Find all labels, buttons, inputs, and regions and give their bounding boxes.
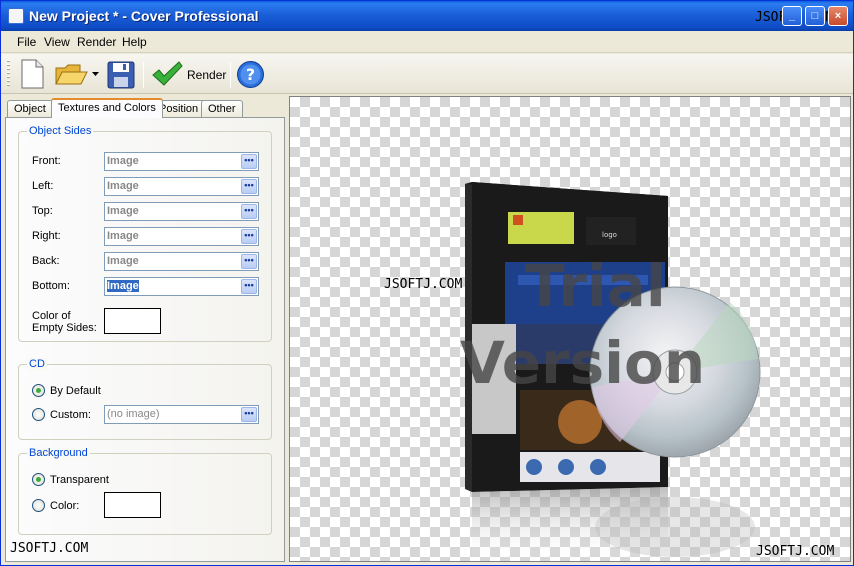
trial-watermark-line2: Version [460, 329, 706, 397]
browse-button[interactable]: ••• [241, 407, 257, 422]
cd-custom-label[interactable]: Custom: [50, 409, 91, 421]
top-label: Top: [32, 205, 53, 217]
tab-textures-and-colors[interactable]: Textures and Colors [51, 98, 163, 118]
empty-sides-label-line2: Empty Sides: [32, 322, 97, 334]
menu-view[interactable]: View [44, 35, 70, 49]
menu-render[interactable]: Render [77, 35, 116, 49]
background-color-swatch[interactable] [104, 492, 161, 518]
textures-tab-page: Object Sides Front: Image ••• Left: Imag… [5, 117, 285, 562]
browse-button[interactable]: ••• [241, 229, 257, 244]
cd-title: CD [27, 358, 47, 370]
browse-button[interactable]: ••• [241, 204, 257, 219]
top-texture-field[interactable]: Image ••• [104, 202, 259, 221]
cd-by-default-label[interactable]: By Default [50, 385, 101, 397]
background-title: Background [27, 447, 90, 459]
back-texture-field[interactable]: Image ••• [104, 252, 259, 271]
menu-help[interactable]: Help [122, 35, 147, 49]
left-texture-field[interactable]: Image ••• [104, 177, 259, 196]
menu-bar: File View Render Help [1, 31, 853, 53]
help-icon[interactable]: ? [236, 60, 265, 89]
watermark-bottom-right: JSOFTJ.COM [756, 544, 835, 559]
front-texture-field[interactable]: Image ••• [104, 152, 259, 171]
properties-panel: Object Textures and Colors Position Othe… [5, 96, 285, 562]
dropdown-arrow-icon[interactable] [92, 72, 100, 78]
cd-custom-radio[interactable] [32, 408, 45, 421]
open-folder-icon[interactable] [54, 62, 88, 88]
tab-object[interactable]: Object [7, 100, 53, 118]
background-transparent-label[interactable]: Transparent [50, 474, 109, 486]
object-sides-title: Object Sides [27, 125, 94, 137]
app-window: New Project * - Cover Professional JSOFT… [0, 0, 854, 566]
toolbar-separator [143, 62, 144, 88]
bottom-label: Bottom: [32, 280, 70, 292]
render-check-icon[interactable] [151, 60, 183, 88]
app-icon [8, 8, 24, 24]
back-label: Back: [32, 255, 60, 267]
browse-button[interactable]: ••• [241, 279, 257, 294]
bottom-texture-field[interactable]: Image ••• [104, 277, 259, 296]
trial-watermark-line1: Trial [525, 252, 666, 320]
minimize-button[interactable]: _ [782, 6, 802, 26]
left-label: Left: [32, 180, 54, 192]
background-color-label[interactable]: Color: [50, 500, 79, 512]
window-title: New Project * - Cover Professional [29, 8, 259, 24]
cd-custom-image-field[interactable]: (no image) ••• [104, 405, 259, 424]
cd-group: CD By Default Custom: (no image) ••• [18, 358, 272, 440]
new-file-icon[interactable] [19, 58, 45, 90]
browse-button[interactable]: ••• [241, 154, 257, 169]
background-transparent-radio[interactable] [32, 473, 45, 486]
tab-other[interactable]: Other [201, 100, 243, 118]
watermark-bottom-left: JSOFTJ.COM [10, 541, 89, 556]
front-label: Front: [32, 155, 61, 167]
menu-file[interactable]: File [17, 35, 36, 49]
render-button-label[interactable]: Render [187, 68, 226, 82]
toolbar-grip[interactable] [7, 60, 10, 88]
right-label: Right: [32, 230, 61, 242]
svg-text:logo: logo [602, 231, 617, 239]
preview-canvas[interactable]: logo Trial Version JSOFTJ.COM JSOFTJ.COM [289, 96, 851, 562]
browse-button[interactable]: ••• [241, 179, 257, 194]
empty-sides-label-line1: Color of [32, 310, 71, 322]
background-group: Background Transparent Color: [18, 447, 272, 535]
empty-sides-color-swatch[interactable] [104, 308, 161, 334]
save-disk-icon[interactable] [107, 61, 135, 89]
toolbar-separator [230, 62, 231, 88]
object-sides-group: Object Sides Front: Image ••• Left: Imag… [18, 125, 272, 342]
browse-button[interactable]: ••• [241, 254, 257, 269]
cd-by-default-radio[interactable] [32, 384, 45, 397]
close-button[interactable]: × [828, 6, 848, 26]
watermark-center: JSOFTJ.COM [384, 277, 463, 292]
background-color-radio[interactable] [32, 499, 45, 512]
right-texture-field[interactable]: Image ••• [104, 227, 259, 246]
title-bar[interactable]: New Project * - Cover Professional JSOFT… [1, 1, 853, 31]
svg-text:?: ? [246, 65, 255, 84]
maximize-button[interactable]: □ [805, 6, 825, 26]
toolbar: Render ? [1, 54, 853, 94]
